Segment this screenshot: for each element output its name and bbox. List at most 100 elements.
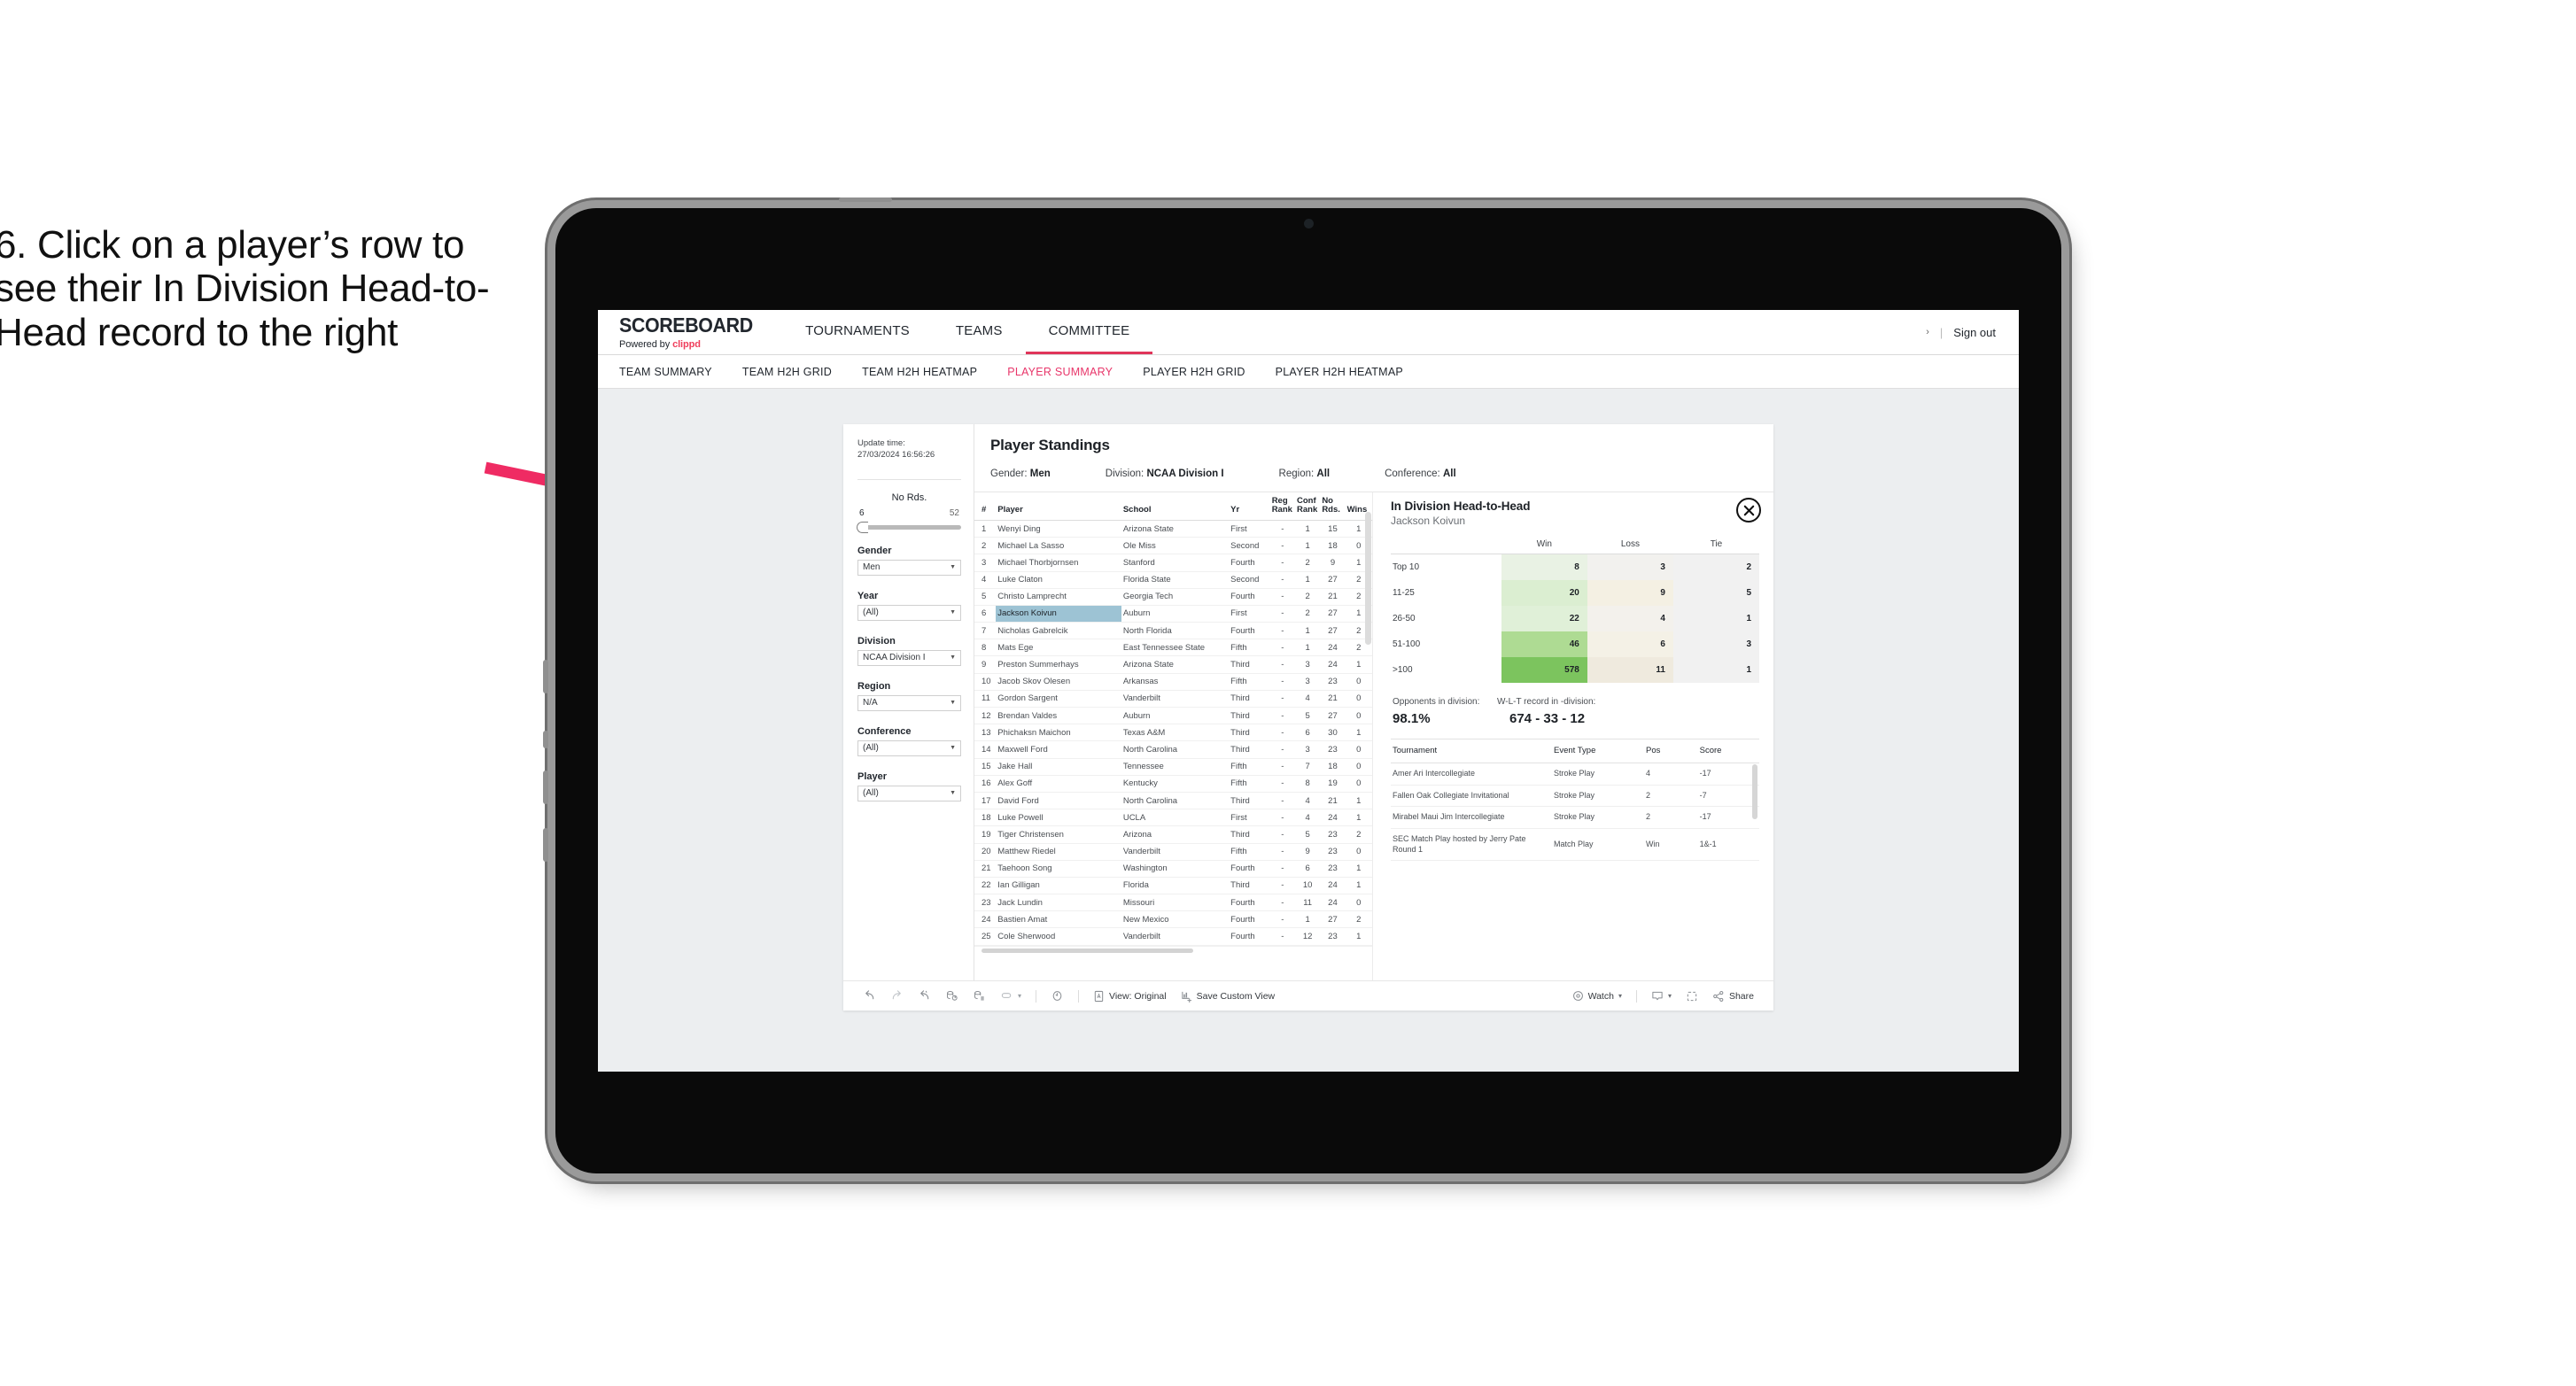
scrollbar-thumb[interactable]	[982, 948, 1194, 953]
refresh-data-icon[interactable]	[938, 989, 966, 1003]
topnav-teams[interactable]: TEAMS	[933, 310, 1026, 354]
table-row[interactable]: 15 Jake Hall Tennessee Fifth -7 18 0	[974, 758, 1372, 776]
player-no-rds: 15	[1320, 520, 1346, 538]
account-chevron-icon[interactable]: ›	[1926, 327, 1929, 337]
table-row[interactable]: 5 Christo Lamprecht Georgia Tech Fourth -2 21…	[974, 588, 1372, 606]
filter-division-select[interactable]: NCAA Division I ▼	[857, 649, 961, 666]
table-row[interactable]: 7 Nicholas Gabrelcik North Florida Fourth -1…	[974, 622, 1372, 640]
table-row[interactable]: 14 Maxwell Ford North Carolina Third -3 23 0	[974, 740, 1372, 759]
tab-team-h2h-grid[interactable]: TEAM H2H GRID	[742, 366, 832, 378]
tab-team-summary[interactable]: TEAM SUMMARY	[619, 366, 712, 378]
tournament-row[interactable]: SEC Match Play hosted by Jerry Pate Roun…	[1391, 828, 1759, 862]
close-icon[interactable]	[1736, 498, 1761, 523]
watch-button[interactable]: Watch ▾	[1565, 990, 1629, 1002]
filter-gender-select[interactable]: Men ▼	[857, 559, 961, 576]
brand-subtitle: Powered by clippd	[619, 339, 763, 350]
tab-team-h2h-heatmap[interactable]: TEAM H2H HEATMAP	[862, 366, 977, 378]
table-row[interactable]: 21 Taehoon Song Washington Fourth -6 23 1	[974, 860, 1372, 878]
slider-track[interactable]	[857, 521, 961, 533]
table-row[interactable]: 23 Jack Lundin Missouri Fourth -11 24 0	[974, 894, 1372, 912]
player-wins: 0	[1345, 843, 1372, 861]
screenshot-root: 6. Click on a player’s row to see their …	[0, 0, 2576, 1386]
player-name: Wenyi Ding	[996, 520, 1121, 538]
table-row[interactable]: 6 Jackson Koivun Auburn First -2 27 1	[974, 605, 1372, 623]
table-row[interactable]: 4 Luke Claton Florida State Second -1 27 2	[974, 571, 1372, 589]
player-name: Jackson Koivun	[996, 605, 1121, 623]
table-row[interactable]: 10 Jacob Skov Olesen Arkansas Fifth -3 23 0	[974, 673, 1372, 691]
slider-handle[interactable]	[857, 521, 868, 533]
table-row[interactable]: 1 Wenyi Ding Arizona State First -1 15 1	[974, 520, 1372, 538]
col-school[interactable]: School	[1121, 492, 1230, 521]
player-table-vertical-scrollbar[interactable]	[1365, 512, 1371, 645]
table-row[interactable]: 13 Phichaksn Maichon Texas A&M Third -6 30 1	[974, 724, 1372, 742]
table-row[interactable]: 20 Matthew Riedel Vanderbilt Fifth -9 23 0	[974, 843, 1372, 861]
tournament-row[interactable]: Mirabel Maui Jim Intercollegiate Stroke P…	[1391, 806, 1759, 830]
col-player[interactable]: Player	[996, 492, 1121, 521]
table-row[interactable]: 25 Cole Sherwood Vanderbilt Fourth -12 23 1	[974, 927, 1372, 946]
col-reg-rank[interactable]: Reg Rank	[1269, 492, 1295, 521]
player-year: Third	[1229, 825, 1270, 844]
tournament-name: Amer Ari Intercollegiate	[1391, 763, 1552, 786]
view-original-button[interactable]: View: Original	[1086, 990, 1174, 1003]
tab-player-h2h-grid[interactable]: PLAYER H2H GRID	[1143, 366, 1245, 378]
save-custom-view-button[interactable]: Save Custom View	[1174, 990, 1283, 1003]
player-year: First	[1229, 809, 1270, 827]
player-school: North Carolina	[1121, 740, 1230, 759]
table-row[interactable]: 24 Bastien Amat New Mexico Fourth -1 27 2	[974, 910, 1372, 929]
redo-icon[interactable]	[883, 989, 911, 1003]
table-row[interactable]: 22 Ian Gilligan Florida Third -10 24 1	[974, 877, 1372, 895]
tournament-row[interactable]: Amer Ari Intercollegiate Stroke Play 4 -17	[1391, 763, 1759, 786]
topnav-tournaments[interactable]: TOURNAMENTS	[782, 310, 933, 354]
player-year: Third	[1229, 877, 1270, 895]
revert-icon[interactable]	[911, 989, 938, 1003]
pause-auto-update-icon[interactable]	[966, 989, 993, 1003]
player-year: Third	[1229, 740, 1270, 759]
table-row[interactable]: 2 Michael La Sasso Ole Miss Second -1 18 0	[974, 537, 1372, 555]
col-yr[interactable]: Yr	[1229, 492, 1270, 521]
tournament-scrollbar[interactable]	[1752, 764, 1757, 819]
brand-powered-name: clippd	[672, 338, 701, 350]
tournament-row[interactable]: Fallen Oak Collegiate Invitational Stroke…	[1391, 785, 1759, 808]
filter-player-select[interactable]: (All) ▼	[857, 785, 961, 801]
col-conf-rank[interactable]: Conf Rank	[1295, 492, 1321, 521]
player-school: Arizona State	[1121, 520, 1230, 538]
col-rank[interactable]: #	[974, 492, 997, 521]
share-button[interactable]: Share	[1705, 990, 1761, 1003]
fullscreen-icon[interactable]	[1679, 990, 1705, 1003]
download-icon[interactable]: ▾	[1644, 990, 1679, 1003]
tab-player-h2h-heatmap[interactable]: PLAYER H2H HEATMAP	[1276, 366, 1403, 378]
player-table-horizontal-scrollbar[interactable]	[974, 945, 1372, 955]
undo-icon[interactable]	[856, 989, 883, 1003]
table-row[interactable]: 8 Mats Ege East Tennessee State Fifth -1 24 2	[974, 639, 1372, 657]
filter-region-select[interactable]: N/A ▼	[857, 694, 961, 711]
col-no-rds[interactable]: No Rds.	[1320, 492, 1346, 521]
h2h-cell-tie: 5	[1672, 580, 1759, 606]
table-row[interactable]: 18 Luke Powell UCLA First -4 24 1	[974, 809, 1372, 827]
table-row[interactable]: 17 David Ford North Carolina Third -4 21 1	[974, 792, 1372, 810]
filter-conference-select[interactable]: (All) ▼	[857, 739, 961, 756]
tab-player-summary[interactable]: PLAYER SUMMARY	[1007, 366, 1113, 378]
alerts-icon[interactable]	[1044, 989, 1071, 1003]
filter-conference: Conference (All) ▼	[857, 726, 961, 756]
player-school: Ole Miss	[1121, 537, 1230, 555]
player-no-rds: 23	[1320, 825, 1346, 844]
tournament-score: -17	[1697, 806, 1759, 830]
table-row[interactable]: 3 Michael Thorbjornsen Stanford Fourth -2 9 1	[974, 554, 1372, 572]
table-row[interactable]: 11 Gordon Sargent Vanderbilt Third -4 21 0	[974, 690, 1372, 708]
sign-out-link[interactable]: Sign out	[1953, 326, 1996, 339]
player-school: Stanford	[1121, 554, 1230, 572]
player-year: Fourth	[1229, 927, 1270, 946]
save-custom-view-label: Save Custom View	[1196, 990, 1276, 1002]
player-reg-rank: -	[1269, 639, 1295, 657]
filter-year-select[interactable]: (All) ▼	[857, 604, 961, 621]
table-row[interactable]: 9 Preston Summerhays Arizona State Third -3 2…	[974, 655, 1372, 674]
col-score: Score	[1697, 739, 1759, 763]
player-reg-rank: -	[1269, 877, 1295, 895]
table-row[interactable]: 12 Brendan Valdes Auburn Third -5 27 0	[974, 707, 1372, 725]
player-school: Vanderbilt	[1121, 690, 1230, 708]
highlight-icon[interactable]: ▾	[993, 989, 1028, 1003]
table-row[interactable]: 16 Alex Goff Kentucky Fifth -8 19 0	[974, 775, 1372, 793]
table-row[interactable]: 19 Tiger Christensen Arizona Third -5 23 2	[974, 825, 1372, 844]
topnav-committee[interactable]: COMMITTEE	[1025, 310, 1153, 354]
no-rounds-slider[interactable]: No Rds. 6 52	[857, 492, 961, 533]
